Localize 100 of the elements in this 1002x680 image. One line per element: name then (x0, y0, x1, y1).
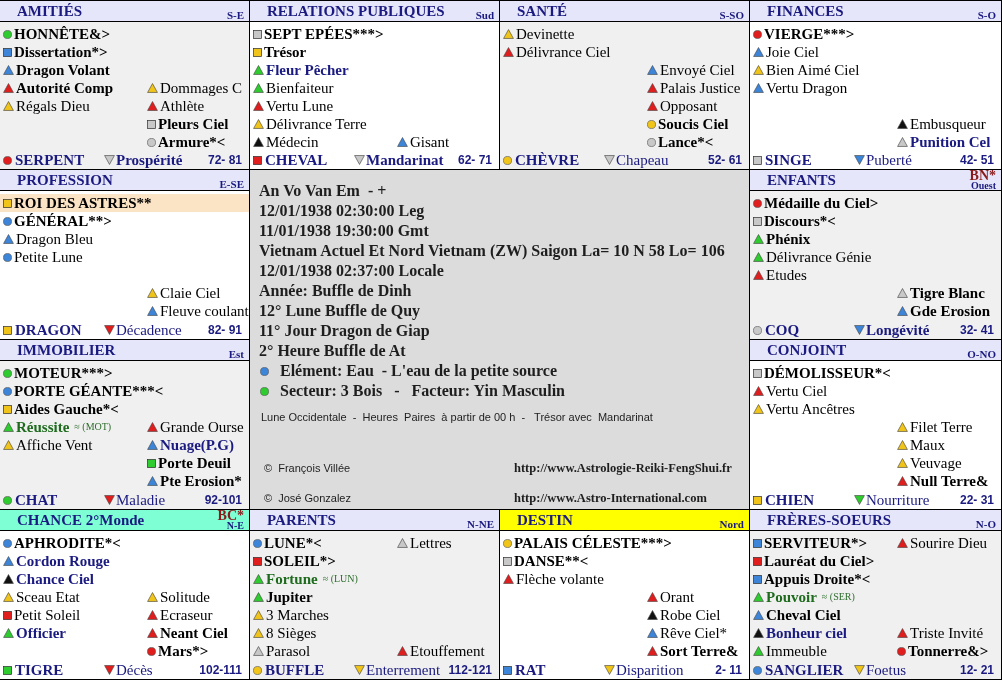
star-name: Filet Terre (910, 418, 973, 436)
direction-label: O-NO (967, 348, 996, 360)
star-name: SERVITEUR*> (764, 534, 868, 552)
branch-name: DRAGON (15, 321, 82, 339)
branch-name: CHEVAL (265, 151, 328, 169)
phase-name: Puberté (866, 151, 912, 169)
star-name: Vertu Lune (266, 97, 334, 115)
palace-title: ENFANTS (767, 171, 836, 190)
age-range: 42- 51 (959, 152, 995, 169)
star-name: Ecraseur (160, 606, 213, 624)
direction-label: N-NE (467, 518, 494, 530)
info-line: 12° Lune Buffle de Quy (259, 301, 421, 321)
star-name: DÉMOLISSEUR*< (764, 364, 891, 382)
star-name: Médaille du Ciel> (764, 194, 879, 212)
star-note: ≈ (LUN) (322, 572, 358, 586)
branch-name: RAT (515, 661, 546, 679)
star-name: LUNE*< (264, 534, 322, 552)
star-name: Affiche Vent (16, 436, 93, 454)
star-name: Envoyé Ciel (660, 61, 735, 79)
branch-name: CHIEN (765, 491, 815, 509)
palace-title: DESTIN (517, 511, 573, 530)
star-name: Opposant (660, 97, 718, 115)
chart-note: Lune Occidentale - Heures Paires à partir de 00 h - Trésor avec Mandarinat (261, 411, 653, 424)
info-line: 12/01/1938 02:37:00 Locale (259, 261, 444, 281)
star-name: Réussite (16, 418, 70, 436)
star-name: Palais Justice (660, 79, 741, 97)
star-name: Médecin (266, 133, 319, 151)
website-url: http://www.Astrologie-Reiki-FengShui.fr (514, 461, 732, 475)
star-note: ≈ (MOT) (74, 420, 112, 434)
branch-name: BUFFLE (265, 661, 325, 679)
star-name: Cordon Rouge (16, 552, 110, 570)
star-name: Aides Gauche*< (14, 400, 119, 418)
star-name: Tonnerre&> (908, 642, 989, 660)
direction-label: S-E (226, 9, 244, 21)
star-name: Bonheur ciel (766, 624, 847, 642)
star-name: Jupiter (266, 588, 313, 606)
star-name: VIERGE***> (764, 25, 855, 43)
age-range: 32- 41 (959, 322, 995, 339)
age-range: 82- 91 (207, 322, 243, 339)
star-name: Robe Ciel (660, 606, 721, 624)
star-name: 3 Marches (266, 606, 329, 624)
phase-name: Maladie (116, 491, 166, 509)
phase-name: Nourriture (866, 491, 930, 509)
branch-name: TIGRE (15, 661, 64, 679)
palace-title: PARENTS (267, 511, 336, 530)
star-name: Fortune (266, 570, 318, 588)
phase-name: Foetus (866, 661, 906, 679)
age-range: 52- 61 (707, 152, 743, 169)
branch-name: CHAT (15, 491, 58, 509)
direction-label: Sud (475, 9, 494, 21)
info-line: Secteur: 3 Bois - Facteur: Yin Masculin (280, 381, 565, 401)
star-name: Punition Cel (910, 133, 991, 151)
direction-label: S-SO (719, 9, 744, 21)
star-name: Etouffement (410, 642, 485, 660)
age-range: 22- 31 (959, 492, 995, 509)
star-name: Nuage(P.G) (160, 436, 235, 454)
direction-label: E-SE (219, 178, 244, 190)
star-name: Délivrance Génie (766, 248, 872, 266)
star-name: Pleurs Ciel (158, 115, 229, 133)
star-name: 8 Sièges (266, 624, 317, 642)
star-name: PALAIS CÉLESTE***> (514, 534, 672, 552)
age-range: 62- 71 (457, 152, 493, 169)
direction-label: Est (228, 348, 244, 360)
age-range: 112-121 (448, 662, 493, 679)
star-name: Gisant (410, 133, 450, 151)
star-name: Mars*> (158, 642, 209, 660)
info-line: 11/01/1938 19:30:00 Gmt (259, 221, 429, 241)
star-name: Orant (660, 588, 695, 606)
direction-label: Nord (719, 518, 744, 530)
marker-label: BC* (217, 510, 244, 521)
phase-name: Mandarinat (366, 151, 444, 169)
star-name: Régals Dieu (16, 97, 90, 115)
star-name: Porte Deuil (158, 454, 231, 472)
palace-title: PROFESSION (17, 171, 113, 190)
star-name: Claie Ciel (160, 284, 221, 302)
star-name: Bienfaiteur (266, 79, 334, 97)
star-name: Pte Erosion* (160, 472, 242, 490)
age-range: 12- 21 (959, 662, 995, 679)
star-name: APHRODITE*< (14, 534, 121, 552)
star-name: Trésor (264, 43, 307, 61)
star-name: Bien Aimé Ciel (766, 61, 860, 79)
star-name: Etudes (766, 266, 807, 284)
info-line: 2° Heure Buffle de At (259, 341, 406, 361)
star-name: Petit Soleil (14, 606, 81, 624)
phase-name: Disparition (616, 661, 684, 679)
marker-label: BN* (969, 170, 996, 181)
star-name: Soucis Ciel (658, 115, 729, 133)
star-name: Pouvoir (766, 588, 817, 606)
star-name: Athlète (160, 97, 205, 115)
author-credit: © François Villée (263, 461, 352, 475)
palace-title: FRÈRES-SOEURS (767, 511, 892, 530)
direction-label: Ouest (971, 181, 996, 190)
branch-name: CHÈVRE (515, 151, 580, 169)
star-name: Neant Ciel (160, 624, 228, 642)
star-name: Délivrance Ciel (516, 43, 611, 61)
direction-label: S-O (977, 9, 996, 21)
star-name: Vertu Ciel (766, 382, 828, 400)
star-name: Solitude (160, 588, 210, 606)
star-name: Fleuve coulant (160, 302, 249, 320)
phase-name: Décès (116, 661, 153, 679)
